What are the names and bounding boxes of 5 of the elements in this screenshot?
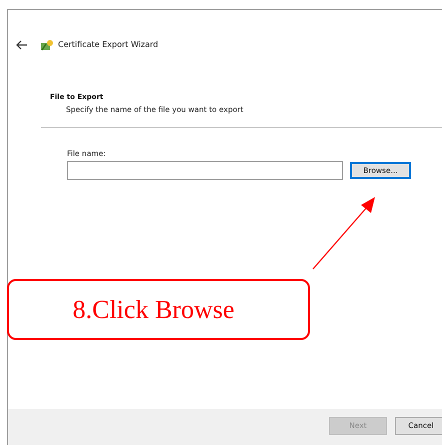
callout-label: 8.Click Browse bbox=[7, 279, 310, 340]
certificate-icon bbox=[40, 38, 54, 52]
window-title: Certificate Export Wizard bbox=[58, 39, 158, 51]
back-arrow-icon[interactable] bbox=[16, 40, 28, 50]
file-name-input[interactable] bbox=[67, 161, 343, 180]
